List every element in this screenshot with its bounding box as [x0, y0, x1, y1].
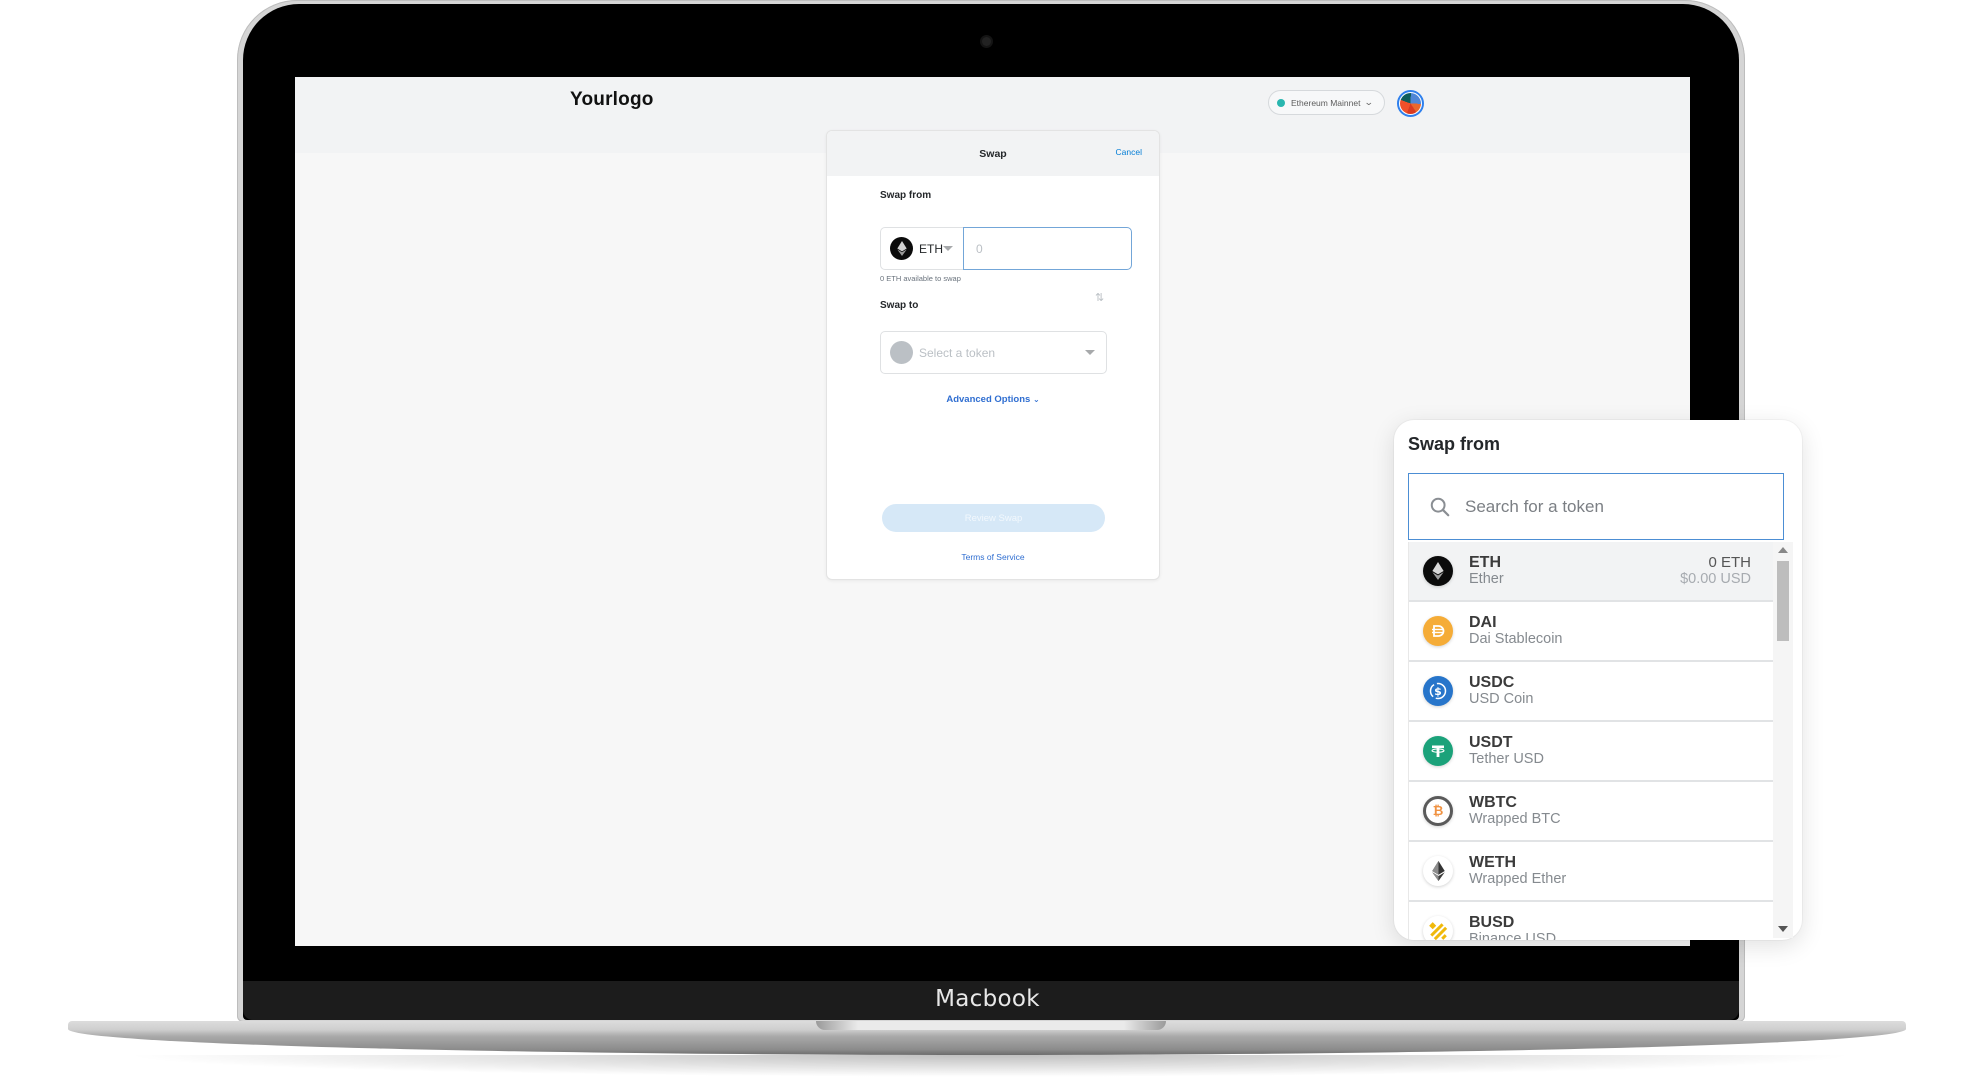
- swap-card: Swap Cancel Swap from ETH 0 ETH availabl…: [826, 130, 1160, 580]
- chevron-down-icon: ⌄: [1032, 395, 1040, 404]
- wbtc-icon: ₿: [1423, 796, 1453, 826]
- webcam-icon: [982, 37, 991, 46]
- token-list-item[interactable]: DAI Dai Stablecoin: [1409, 602, 1773, 662]
- token-list-scrollbar-track[interactable]: [1773, 542, 1793, 938]
- eth-icon: [1423, 556, 1453, 586]
- network-status-dot-icon: [1277, 98, 1285, 107]
- available-balance-text: 0 ETH available to swap: [880, 274, 961, 283]
- scroll-up-arrow-icon[interactable]: [1778, 547, 1788, 553]
- scroll-down-arrow-icon[interactable]: [1778, 926, 1788, 932]
- usdt-icon: [1423, 736, 1453, 766]
- avatar-identicon-icon: [1400, 93, 1421, 114]
- from-token-dropdown[interactable]: ETH: [880, 227, 963, 270]
- app-logo[interactable]: Yourlogo: [570, 89, 654, 111]
- to-token-placeholder: Select a token: [919, 345, 996, 360]
- token-list-item[interactable]: $ USDC USD Coin: [1409, 662, 1773, 722]
- swap-card-title: Swap: [979, 147, 1007, 160]
- token-search-input[interactable]: [1465, 496, 1765, 517]
- laptop-shadow: [120, 1055, 1860, 1077]
- token-name: USD Coin: [1469, 691, 1534, 708]
- switch-arrows-icon[interactable]: ⇅: [1095, 291, 1104, 304]
- swap-card-header: Swap Cancel: [827, 131, 1159, 176]
- token-symbol: WBTC: [1469, 793, 1517, 811]
- token-name: Dai Stablecoin: [1469, 631, 1563, 648]
- token-symbol: BUSD: [1469, 913, 1515, 931]
- token-list-item[interactable]: USDT Tether USD: [1409, 722, 1773, 782]
- terms-of-service-link[interactable]: Terms of Service: [827, 552, 1159, 562]
- account-avatar[interactable]: [1397, 90, 1424, 117]
- advanced-options-toggle[interactable]: Advanced Options ⌄: [827, 394, 1159, 405]
- token-symbol: USDT: [1469, 733, 1513, 751]
- advanced-options-label: Advanced Options: [946, 394, 1031, 405]
- token-placeholder-icon: [890, 341, 913, 364]
- from-token-label: ETH: [919, 241, 943, 256]
- eth-icon: [890, 237, 913, 260]
- token-symbol: USDC: [1469, 673, 1515, 691]
- network-label: Ethereum Mainnet: [1291, 97, 1361, 108]
- token-name: Tether USD: [1469, 751, 1544, 768]
- caret-down-icon: [1085, 350, 1095, 355]
- token-list-item[interactable]: BUSD Binance USD: [1409, 902, 1773, 940]
- search-icon: [1430, 497, 1450, 516]
- swap-from-label: Swap from: [880, 190, 932, 201]
- svg-text:$: $: [1434, 685, 1442, 698]
- busd-icon: [1423, 916, 1453, 940]
- token-symbol: DAI: [1469, 613, 1497, 631]
- from-amount-input[interactable]: [963, 227, 1132, 270]
- token-list-item[interactable]: WETH Wrapped Ether: [1409, 842, 1773, 902]
- token-name: Wrapped BTC: [1469, 811, 1561, 828]
- to-token-dropdown[interactable]: Select a token: [880, 331, 1107, 374]
- token-picker-popup: Swap from ETH Ether 0 ETH $0.00 USD: [1394, 420, 1802, 940]
- chevron-down-icon: ⌄: [1364, 97, 1375, 107]
- usdc-icon: $: [1423, 676, 1453, 706]
- caret-down-icon: [943, 246, 953, 251]
- swap-to-label: Swap to: [880, 300, 919, 311]
- token-balance-usd: $0.00 USD: [1680, 571, 1751, 588]
- dai-icon: [1423, 616, 1453, 646]
- weth-icon: [1423, 856, 1453, 886]
- token-symbol: ETH: [1469, 553, 1501, 571]
- token-name: Ether: [1469, 571, 1504, 588]
- network-selector[interactable]: Ethereum Mainnet ⌄: [1268, 90, 1385, 115]
- token-list: ETH Ether 0 ETH $0.00 USD DAI Dai Stable…: [1408, 542, 1773, 940]
- token-search-field[interactable]: [1408, 473, 1784, 540]
- laptop-hinge-notch: [816, 1021, 1166, 1030]
- token-balance-amount: 0 ETH: [1708, 554, 1751, 572]
- swap-from-row: ETH: [880, 227, 1132, 270]
- token-name: Wrapped Ether: [1469, 871, 1567, 888]
- scrollbar-thumb[interactable]: [1777, 561, 1789, 641]
- cancel-button[interactable]: Cancel: [1116, 147, 1142, 157]
- token-symbol: WETH: [1469, 853, 1517, 871]
- review-swap-button[interactable]: Review Swap: [882, 504, 1105, 532]
- token-picker-title: Swap from: [1408, 434, 1501, 454]
- token-name: Binance USD: [1469, 931, 1557, 940]
- token-balance: 0 ETH $0.00 USD: [1680, 554, 1751, 588]
- token-list-item[interactable]: ETH Ether 0 ETH $0.00 USD: [1409, 542, 1773, 602]
- device-label: Macbook: [935, 986, 1040, 1012]
- token-list-item[interactable]: ₿ WBTC Wrapped BTC: [1409, 782, 1773, 842]
